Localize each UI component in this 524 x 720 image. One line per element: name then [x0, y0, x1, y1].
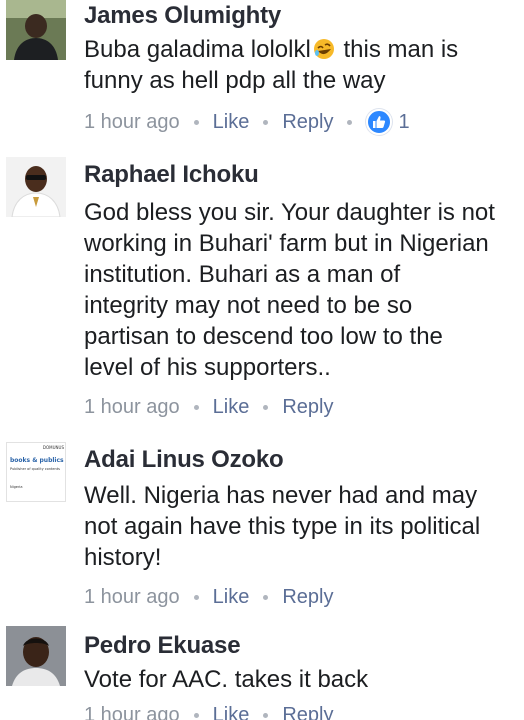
avatar[interactable]: [6, 157, 66, 217]
avatar-text: DOMUNUS: [42, 445, 64, 450]
comment-text: Buba galadima lololkl this man is funny …: [84, 34, 516, 96]
separator-dot: [193, 712, 199, 718]
like-button[interactable]: Like: [213, 111, 250, 134]
reaction-count[interactable]: 1: [398, 111, 409, 134]
comment-time: 1 hour ago: [84, 110, 180, 133]
comment-text-part: Buba galadima lololkl: [84, 36, 311, 63]
comment-time: 1 hour ago: [84, 703, 180, 720]
comment-item: James Olumighty Buba galadima lololkl th…: [0, 0, 524, 140]
comment-actions: 1 hour ago Like Reply: [84, 701, 516, 720]
avatar-text: Nigeria: [10, 485, 23, 489]
reply-button[interactable]: Reply: [282, 111, 333, 134]
comment-item: Raphael Ichoku God bless you sir. Your d…: [0, 157, 524, 418]
comment-author[interactable]: Raphael Ichoku: [84, 161, 516, 189]
like-button[interactable]: Like: [213, 396, 250, 419]
comment-time: 1 hour ago: [84, 585, 180, 608]
comment-author[interactable]: James Olumighty: [84, 2, 516, 30]
like-button[interactable]: Like: [213, 704, 250, 720]
comment-body: Pedro Ekuase Vote for AAC. takes it back…: [84, 632, 516, 720]
comment-body: James Olumighty Buba galadima lololkl th…: [84, 2, 516, 136]
avatar-brand: books & publics: [10, 457, 64, 464]
comment-body: Raphael Ichoku God bless you sir. Your d…: [84, 161, 516, 421]
separator-dot: [193, 594, 199, 600]
comment-item: DOMUNUS books & publics Publisher of qua…: [0, 442, 524, 608]
separator-dot: [263, 594, 269, 600]
comment-actions: 1 hour ago Like Reply: [84, 583, 516, 611]
comment-text: God bless you sir. Your daughter is not …: [84, 199, 495, 381]
avatar[interactable]: [6, 626, 66, 686]
separator-dot: [347, 119, 353, 125]
separator-dot: [263, 404, 269, 410]
comment-author[interactable]: Adai Linus Ozoko: [84, 446, 516, 474]
thumbs-up-icon[interactable]: [366, 109, 393, 135]
separator-dot: [193, 119, 199, 125]
rolling-laughing-emoji-icon: [313, 37, 335, 59]
avatar-text: Publisher of quality contents: [10, 467, 60, 471]
comment-author[interactable]: Pedro Ekuase: [84, 632, 516, 660]
reply-button[interactable]: Reply: [282, 586, 333, 609]
separator-dot: [193, 404, 199, 410]
comment-text: Well. Nigeria has never had and may not …: [84, 482, 481, 571]
comment-item: Pedro Ekuase Vote for AAC. takes it back…: [0, 626, 524, 720]
comment-actions: 1 hour ago Like Reply: [84, 393, 516, 421]
comment-text: Vote for AAC. takes it back: [84, 666, 369, 693]
reply-button[interactable]: Reply: [282, 704, 333, 720]
separator-dot: [263, 119, 269, 125]
avatar[interactable]: [6, 0, 66, 60]
separator-dot: [263, 712, 269, 718]
reply-button[interactable]: Reply: [282, 396, 333, 419]
like-button[interactable]: Like: [213, 586, 250, 609]
avatar[interactable]: DOMUNUS books & publics Publisher of qua…: [6, 442, 66, 502]
comment-body: Adai Linus Ozoko Well. Nigeria has never…: [84, 446, 516, 611]
comment-feed: James Olumighty Buba galadima lololkl th…: [0, 0, 524, 720]
comment-actions: 1 hour ago Like Reply 1: [84, 108, 516, 136]
comment-time: 1 hour ago: [84, 395, 180, 418]
